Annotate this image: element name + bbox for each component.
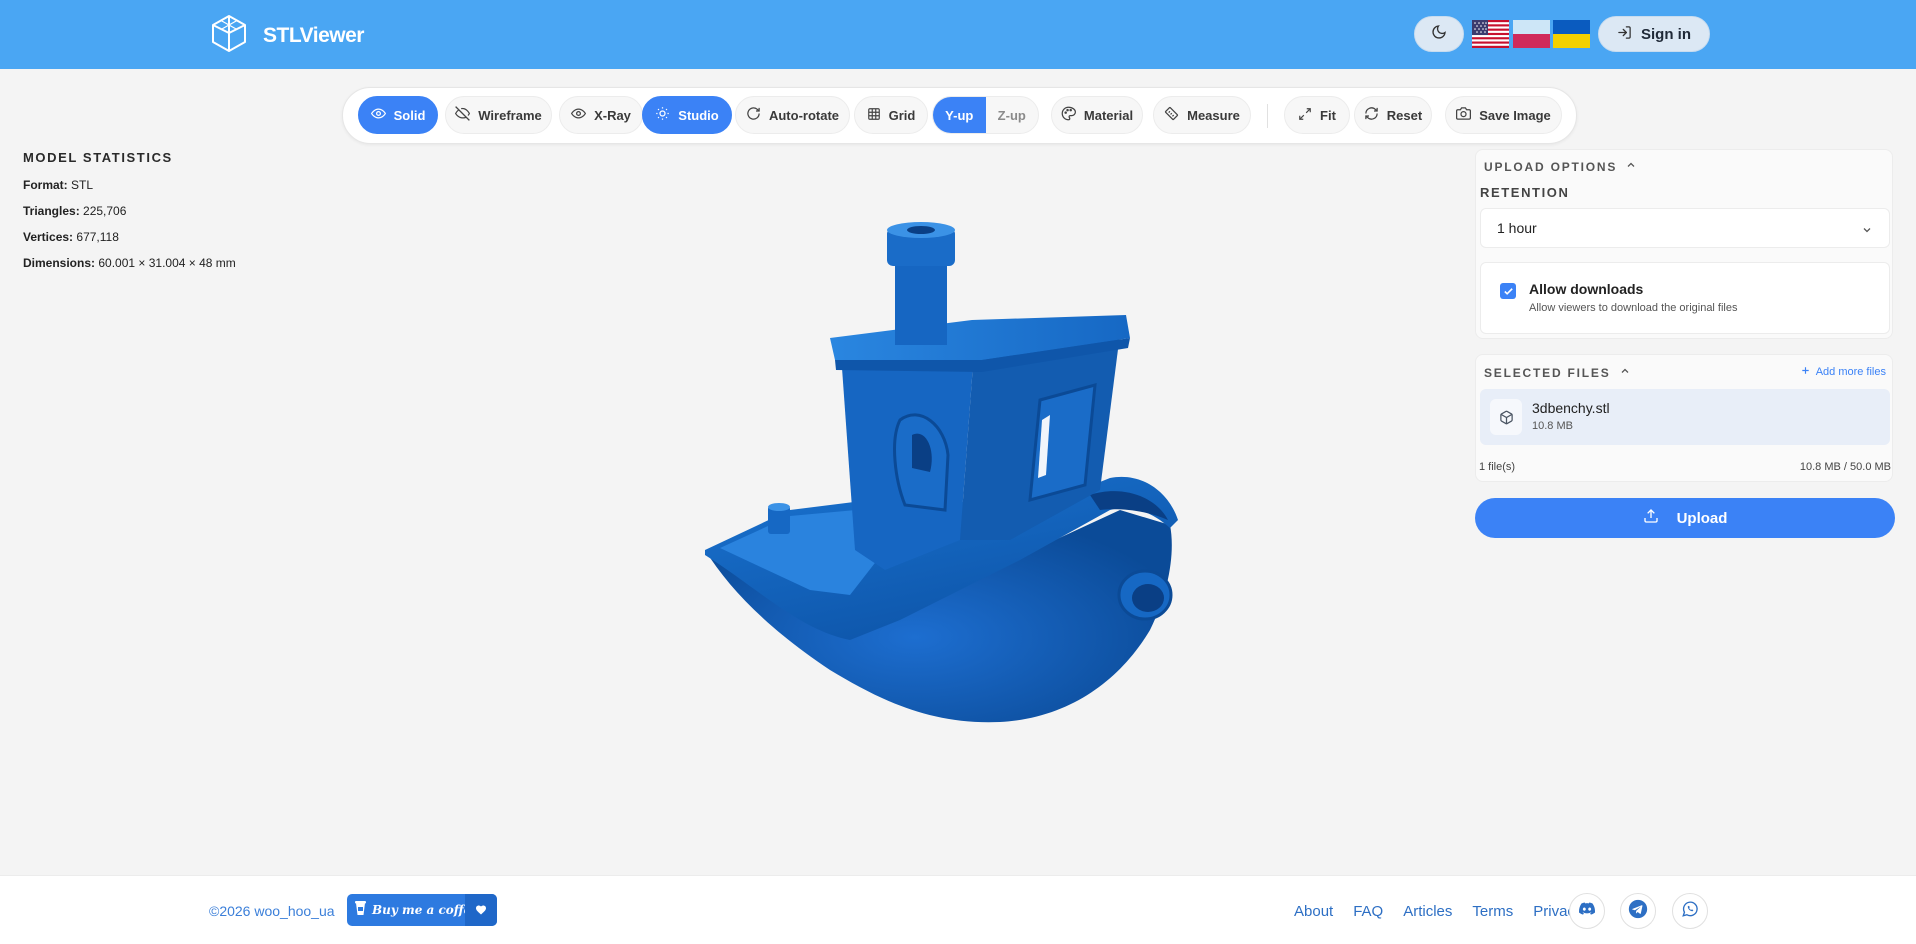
files-total-size: 10.8 MB / 50.0 MB — [1799, 461, 1891, 473]
stat-triangles: Triangles: 225,706 — [23, 204, 127, 218]
sun-icon — [655, 106, 670, 124]
footer-link-terms[interactable]: Terms — [1472, 903, 1513, 920]
chevron-down-icon — [1861, 223, 1873, 239]
footer-link-about[interactable]: About — [1294, 903, 1333, 920]
copyright: ©2026 woo_hoo_ua — [209, 903, 335, 919]
grid-button[interactable]: Grid — [854, 96, 928, 134]
box-icon — [1490, 399, 1522, 435]
theme-toggle-button[interactable] — [1414, 16, 1464, 52]
palette-icon — [1061, 106, 1076, 124]
us-flag[interactable] — [1472, 20, 1509, 48]
file-size: 10.8 MB — [1532, 420, 1573, 432]
measure-button[interactable]: Measure — [1153, 96, 1251, 134]
stat-dimensions: Dimensions: 60.001 × 31.004 × 48 mm — [23, 256, 236, 270]
cube-logo-icon — [211, 14, 247, 57]
viewer-toolbar: Solid Wireframe X-Ray Studio Auto-rotate… — [342, 87, 1577, 144]
files-count: 1 file(s) — [1479, 461, 1516, 473]
refresh-icon — [1364, 106, 1379, 124]
eye-off-icon — [455, 106, 471, 124]
coffee-cup-icon — [355, 900, 366, 921]
studio-button[interactable]: Studio — [642, 96, 732, 134]
telegram-icon — [1628, 899, 1648, 924]
auto-rotate-button[interactable]: Auto-rotate — [735, 96, 850, 134]
whatsapp-icon — [1681, 900, 1699, 923]
pl-flag[interactable] — [1513, 20, 1550, 48]
app-header: STLViewer Sign in — [0, 0, 1916, 69]
footer: ©2026 woo_hoo_ua Buy me a coffee About F… — [0, 875, 1916, 944]
stat-format: Format: STL — [23, 178, 94, 192]
material-button[interactable]: Material — [1051, 96, 1143, 134]
expand-icon — [1298, 107, 1312, 124]
retention-select[interactable]: 1 hour — [1480, 208, 1890, 248]
reset-button[interactable]: Reset — [1354, 96, 1432, 134]
file-item[interactable]: 3dbenchy.stl 10.8 MB — [1480, 389, 1890, 445]
ua-flag[interactable] — [1553, 20, 1590, 48]
discord-button[interactable] — [1569, 893, 1605, 929]
save-image-button[interactable]: Save Image — [1445, 96, 1562, 134]
whatsapp-button[interactable] — [1672, 893, 1708, 929]
moon-icon — [1431, 24, 1447, 45]
telegram-button[interactable] — [1620, 893, 1656, 929]
model-statistics: MODEL STATISTICS Format: STL Triangles: … — [23, 150, 236, 282]
chimney — [895, 260, 947, 345]
footer-link-articles[interactable]: Articles — [1403, 903, 1452, 920]
stats-title: MODEL STATISTICS — [23, 150, 173, 165]
upload-options-toggle[interactable]: UPLOAD OPTIONS — [1484, 159, 1637, 174]
plus-icon — [1800, 365, 1811, 379]
buy-me-a-coffee-button[interactable]: Buy me a coffee — [347, 894, 497, 926]
add-more-files-link[interactable]: Add more files — [1800, 365, 1886, 379]
sign-in-icon — [1617, 25, 1632, 44]
camera-icon — [1456, 106, 1472, 124]
solid-button[interactable]: Solid — [358, 96, 438, 134]
upload-button[interactable]: Upload — [1475, 498, 1895, 538]
toolbar-divider — [1267, 104, 1268, 128]
model-viewport[interactable] — [690, 210, 1250, 730]
allow-downloads-checkbox[interactable] — [1500, 283, 1516, 299]
x-ray-button[interactable]: X-Ray — [559, 96, 643, 134]
allow-downloads-description: Allow viewers to download the original f… — [1529, 302, 1738, 314]
ruler-icon — [1164, 106, 1179, 124]
footer-link-faq[interactable]: FAQ — [1353, 903, 1383, 920]
sign-in-label: Sign in — [1641, 25, 1691, 43]
footer-links: About FAQ Articles Terms Privacy — [1294, 903, 1582, 920]
allow-downloads-title: Allow downloads — [1529, 281, 1644, 297]
chevron-up-icon — [1619, 365, 1631, 380]
allow-downloads-option: Allow downloads Allow viewers to downloa… — [1480, 262, 1890, 334]
sign-in-button[interactable]: Sign in — [1598, 16, 1710, 52]
chevron-up-icon — [1625, 159, 1637, 174]
selected-files-toggle[interactable]: SELECTED FILES — [1484, 365, 1631, 380]
upload-options-card: UPLOAD OPTIONS RETENTION 1 hour Allow do… — [1475, 149, 1893, 339]
discord-icon — [1579, 901, 1596, 921]
upload-icon — [1643, 508, 1659, 528]
retention-label: RETENTION — [1480, 185, 1570, 200]
heart-icon — [465, 894, 497, 926]
brand[interactable]: STLViewer — [211, 14, 364, 57]
y-up-option[interactable]: Y-up — [933, 97, 986, 133]
grid-icon — [867, 107, 881, 124]
wireframe-button[interactable]: Wireframe — [445, 96, 552, 134]
eye-icon — [570, 106, 587, 124]
brand-name: STLViewer — [263, 23, 364, 47]
axis-toggle: Y-up Z-up — [932, 96, 1039, 134]
fit-button[interactable]: Fit — [1284, 96, 1350, 134]
file-name: 3dbenchy.stl — [1532, 400, 1610, 416]
z-up-option[interactable]: Z-up — [986, 97, 1039, 133]
stat-vertices: Vertices: 677,118 — [23, 230, 119, 244]
eye-icon — [370, 106, 386, 124]
rotate-icon — [746, 106, 761, 124]
